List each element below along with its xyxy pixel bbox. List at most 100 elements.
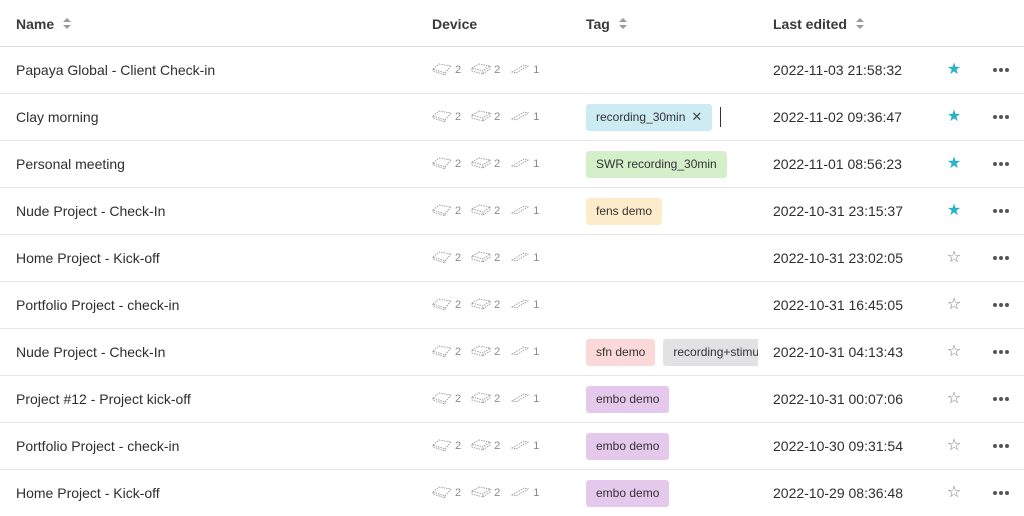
device-count-value: 2	[455, 346, 462, 358]
tag-cell[interactable]: embo demo	[586, 423, 758, 469]
table-row[interactable]: Portfolio Project - check-in 2 2 1 embo demo…	[0, 423, 1024, 470]
tag-cell[interactable]: fens demo	[586, 188, 758, 234]
tag-cell[interactable]	[586, 235, 758, 281]
device-type-a-icon	[431, 297, 455, 314]
tag-cell[interactable]: embo demo	[586, 376, 758, 422]
table-row[interactable]: Personal meeting 2 2 1 SWR recording_30min 20…	[0, 141, 1024, 188]
tag-cell[interactable]: sfn demo recording+stimu	[586, 329, 758, 375]
recording-name[interactable]: Portfolio Project - check-in	[16, 423, 416, 469]
column-header-last-edited[interactable]: Last edited	[773, 0, 864, 47]
table-row[interactable]: Home Project - Kick-off 2 2 1 embo demo 2022-…	[0, 470, 1024, 516]
more-button[interactable]	[993, 303, 1009, 307]
tag-chip[interactable]: SWR recording_30min	[586, 150, 727, 178]
more-horizontal-icon[interactable]	[991, 141, 1011, 187]
recording-name[interactable]: Home Project - Kick-off	[16, 235, 416, 281]
device-type-c-icon	[509, 203, 533, 220]
recording-name[interactable]: Clay morning	[16, 94, 416, 140]
device-count: 2	[431, 485, 461, 502]
more-horizontal-icon[interactable]	[991, 329, 1011, 375]
tag-chip[interactable]: embo demo	[586, 479, 670, 507]
tag-chip[interactable]: embo demo	[586, 385, 670, 413]
more-horizontal-icon[interactable]	[991, 423, 1011, 469]
more-horizontal-icon[interactable]	[991, 470, 1011, 516]
recording-name[interactable]: Personal meeting	[16, 141, 416, 187]
favorite-toggle[interactable]: ☆	[947, 297, 961, 313]
more-button[interactable]	[993, 397, 1009, 401]
device-type-a-icon	[431, 391, 455, 408]
favorite-toggle[interactable]: ★	[947, 203, 961, 219]
more-horizontal-icon[interactable]	[991, 188, 1011, 234]
tag-chip[interactable]: recording+stimu	[663, 338, 758, 366]
column-header-name[interactable]: Name	[16, 0, 72, 47]
more-button[interactable]	[993, 491, 1009, 495]
tag-chip[interactable]: sfn demo	[586, 338, 656, 366]
favorite-toggle[interactable]: ☆	[947, 250, 961, 266]
favorite-toggle[interactable]: ☆	[947, 438, 961, 454]
tag-cell[interactable]: embo demo	[586, 470, 758, 516]
more-button[interactable]	[993, 162, 1009, 166]
table-row[interactable]: Project #12 - Project kick-off 2 2 1 embo de…	[0, 376, 1024, 423]
sort-icon[interactable]	[618, 17, 627, 30]
sort-icon[interactable]	[855, 17, 864, 30]
more-horizontal-icon[interactable]	[991, 235, 1011, 281]
favorite-toggle[interactable]: ☆	[947, 485, 961, 501]
device-cell: 2 2 1	[431, 47, 581, 93]
recording-name[interactable]: Papaya Global - Client Check-in	[16, 47, 416, 93]
star-icon[interactable]: ☆	[945, 235, 963, 281]
device-type-a-icon	[431, 156, 455, 173]
more-horizontal-icon[interactable]	[991, 47, 1011, 93]
more-button[interactable]	[993, 444, 1009, 448]
more-button[interactable]	[993, 350, 1009, 354]
favorite-toggle[interactable]: ★	[947, 62, 961, 78]
more-horizontal-icon[interactable]	[991, 282, 1011, 328]
more-button[interactable]	[993, 115, 1009, 119]
device-type-b-icon	[470, 109, 494, 126]
star-icon[interactable]: ☆	[945, 423, 963, 469]
tag-cell[interactable]: SWR recording_30min	[586, 141, 758, 187]
tag-cell[interactable]	[586, 47, 758, 93]
recording-name[interactable]: Home Project - Kick-off	[16, 470, 416, 516]
favorite-toggle[interactable]: ★	[947, 156, 961, 172]
tag-cell[interactable]	[586, 282, 758, 328]
device-cell: 2 2 1	[431, 470, 581, 516]
table-row[interactable]: Clay morning 2 2 1 recording_30min ✕ 2022-11-0…	[0, 94, 1024, 141]
more-button[interactable]	[993, 68, 1009, 72]
star-icon[interactable]: ★	[945, 47, 963, 93]
table-row[interactable]: Portfolio Project - check-in 2 2 1 2022-10-3…	[0, 282, 1024, 329]
tag-cell[interactable]: recording_30min ✕	[586, 94, 758, 140]
tag-input-cursor[interactable]	[720, 107, 722, 127]
more-horizontal-icon[interactable]	[991, 376, 1011, 422]
last-edited-date: 2022-10-31 16:45:05	[773, 297, 903, 313]
device-count-value: 1	[533, 393, 540, 405]
table-row[interactable]: Home Project - Kick-off 2 2 1 2022-10-31 23:…	[0, 235, 1024, 282]
star-icon[interactable]: ☆	[945, 282, 963, 328]
table-row[interactable]: Papaya Global - Client Check-in 2 2 1 2022-1…	[0, 47, 1024, 94]
device-count: 1	[509, 438, 539, 455]
recording-name[interactable]: Nude Project - Check-In	[16, 329, 416, 375]
table-row[interactable]: Nude Project - Check-In 2 2 1 sfn demo record…	[0, 329, 1024, 376]
star-icon[interactable]: ☆	[945, 470, 963, 516]
star-icon[interactable]: ☆	[945, 376, 963, 422]
tag-chip[interactable]: embo demo	[586, 432, 670, 460]
recording-name[interactable]: Nude Project - Check-In	[16, 188, 416, 234]
tag-chip[interactable]: fens demo	[586, 197, 663, 225]
sort-icon[interactable]	[63, 17, 72, 30]
favorite-toggle[interactable]: ☆	[947, 391, 961, 407]
table-row[interactable]: Nude Project - Check-In 2 2 1 fens demo 2022-…	[0, 188, 1024, 235]
device-count-value: 2	[494, 487, 501, 499]
more-button[interactable]	[993, 256, 1009, 260]
star-icon[interactable]: ☆	[945, 329, 963, 375]
star-icon[interactable]: ★	[945, 141, 963, 187]
recording-name[interactable]: Portfolio Project - check-in	[16, 282, 416, 328]
device-count: 1	[509, 250, 539, 267]
more-button[interactable]	[993, 209, 1009, 213]
tag-chip[interactable]: recording_30min ✕	[586, 103, 713, 131]
favorite-toggle[interactable]: ★	[947, 109, 961, 125]
column-header-tag[interactable]: Tag	[586, 0, 627, 47]
star-icon[interactable]: ★	[945, 94, 963, 140]
favorite-toggle[interactable]: ☆	[947, 344, 961, 360]
star-icon[interactable]: ★	[945, 188, 963, 234]
recording-name[interactable]: Project #12 - Project kick-off	[16, 376, 416, 422]
close-icon[interactable]: ✕	[691, 109, 702, 125]
more-horizontal-icon[interactable]	[991, 94, 1011, 140]
